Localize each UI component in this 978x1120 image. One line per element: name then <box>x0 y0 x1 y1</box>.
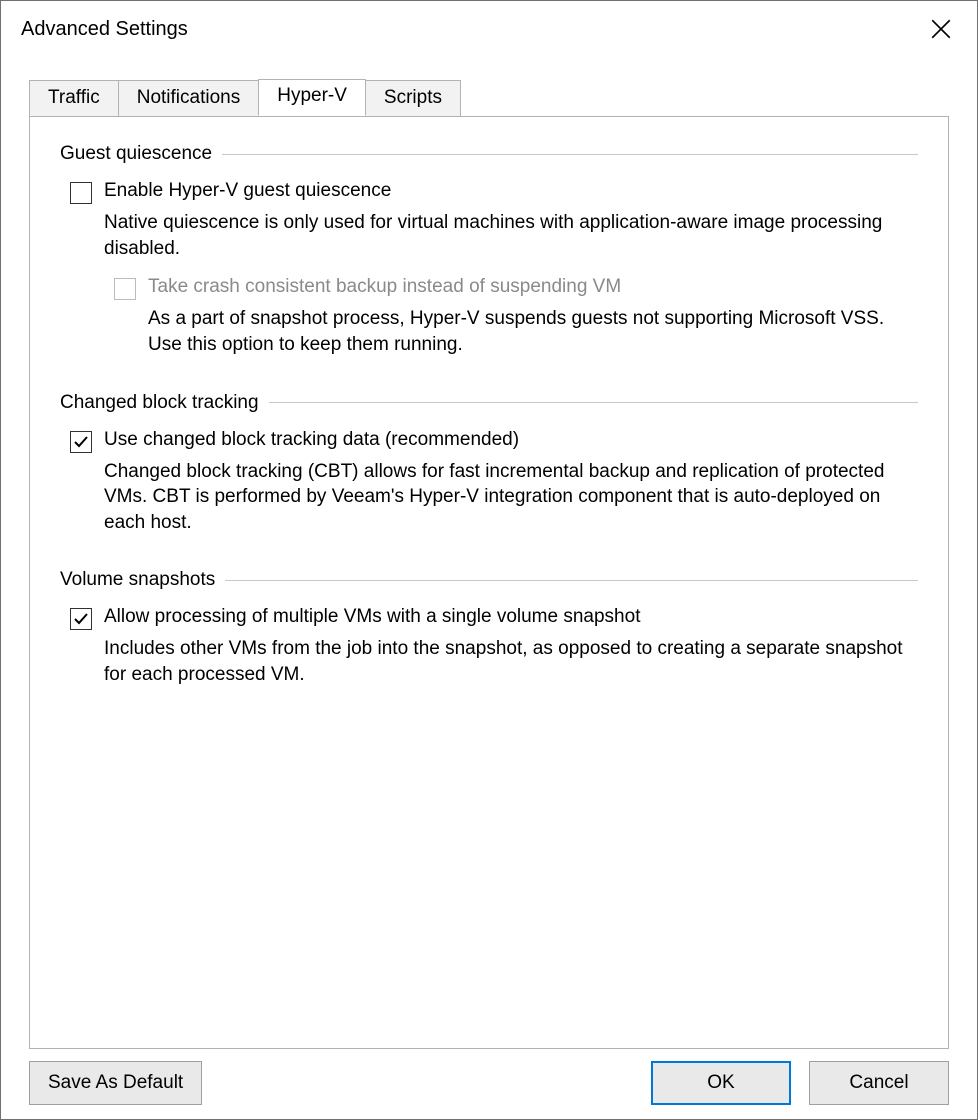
tab-content-hyperv: Guest quiescence Enable Hyper-V guest qu… <box>29 116 949 1049</box>
checkbox-enable-quiescence[interactable] <box>70 182 92 204</box>
tab-area: Traffic Notifications Hyper-V Scripts Gu… <box>29 79 949 1049</box>
checkbox-label[interactable]: Use changed block tracking data (recomme… <box>104 428 519 453</box>
group-guest-quiescence: Guest quiescence Enable Hyper-V guest qu… <box>60 143 918 358</box>
group-header: Changed block tracking <box>60 392 918 414</box>
option-description: Native quiescence is only used for virtu… <box>104 210 918 261</box>
checkbox-label[interactable]: Enable Hyper-V guest quiescence <box>104 179 391 204</box>
group-header: Volume snapshots <box>60 569 918 591</box>
option-description: Changed block tracking (CBT) allows for … <box>104 459 918 536</box>
advanced-settings-dialog: Advanced Settings Traffic Notifications … <box>0 0 978 1120</box>
divider <box>269 402 918 403</box>
titlebar: Advanced Settings <box>1 1 977 57</box>
group-header: Guest quiescence <box>60 143 918 165</box>
dialog-body: Traffic Notifications Hyper-V Scripts Gu… <box>1 57 977 1119</box>
save-as-default-button[interactable]: Save As Default <box>29 1061 202 1105</box>
window-title: Advanced Settings <box>21 18 917 41</box>
checkbox-row-crash-consistent: Take crash consistent backup instead of … <box>114 275 918 300</box>
checkbox-row-allow-multi-vm: Allow processing of multiple VMs with a … <box>70 605 918 630</box>
check-icon <box>73 434 89 450</box>
tab-notifications[interactable]: Notifications <box>118 80 260 117</box>
group-title: Volume snapshots <box>60 569 225 591</box>
option-description: As a part of snapshot process, Hyper-V s… <box>148 306 918 357</box>
checkbox-use-cbt[interactable] <box>70 431 92 453</box>
close-button[interactable] <box>917 5 965 53</box>
checkbox-label[interactable]: Allow processing of multiple VMs with a … <box>104 605 640 630</box>
cancel-button[interactable]: Cancel <box>809 1061 949 1105</box>
tab-row: Traffic Notifications Hyper-V Scripts <box>29 79 949 116</box>
checkbox-allow-multi-vm[interactable] <box>70 608 92 630</box>
group-cbt: Changed block tracking Use changed block… <box>60 392 918 536</box>
ok-button[interactable]: OK <box>651 1061 791 1105</box>
tab-traffic[interactable]: Traffic <box>29 80 119 117</box>
checkbox-row-enable-quiescence: Enable Hyper-V guest quiescence <box>70 179 918 204</box>
tab-scripts[interactable]: Scripts <box>365 80 461 117</box>
checkbox-crash-consistent <box>114 278 136 300</box>
group-volume-snapshots: Volume snapshots Allow processing of mul… <box>60 569 918 687</box>
checkbox-row-use-cbt: Use changed block tracking data (recomme… <box>70 428 918 453</box>
sub-option: Take crash consistent backup instead of … <box>104 275 918 357</box>
group-title: Guest quiescence <box>60 143 222 165</box>
checkbox-label: Take crash consistent backup instead of … <box>148 275 621 300</box>
divider <box>222 154 918 155</box>
tab-hyperv[interactable]: Hyper-V <box>258 79 366 116</box>
divider <box>225 580 918 581</box>
check-icon <box>73 611 89 627</box>
option-description: Includes other VMs from the job into the… <box>104 636 918 687</box>
button-row: Save As Default OK Cancel <box>29 1049 949 1105</box>
group-title: Changed block tracking <box>60 392 269 414</box>
close-icon <box>931 19 951 39</box>
